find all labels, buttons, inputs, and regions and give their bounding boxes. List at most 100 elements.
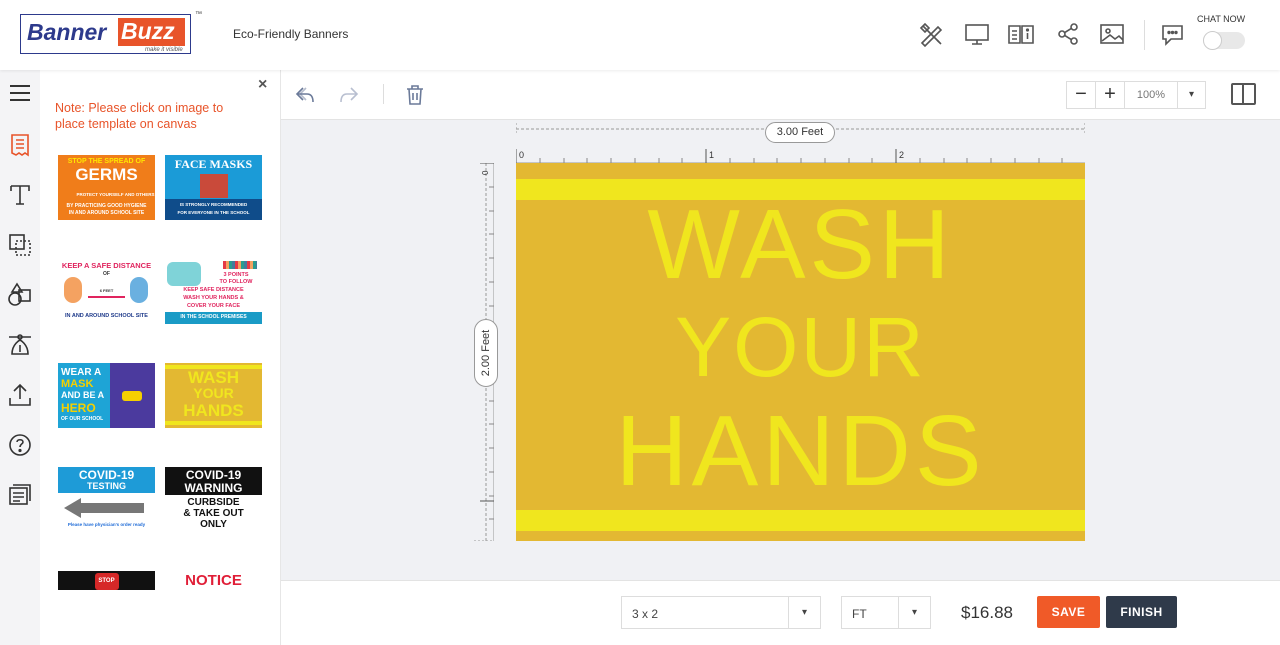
desktop-preview-icon[interactable] xyxy=(963,20,991,48)
editor-footer: 3 x 2 ▾ FT ▾ $16.88 SAVE FINISH xyxy=(281,580,1280,645)
chat-icon[interactable] xyxy=(1160,20,1188,48)
template-text: COVID-19 xyxy=(185,468,242,482)
template-text: WARNING xyxy=(184,481,243,495)
clipart-icon[interactable] xyxy=(7,332,33,358)
template-text: PROTECT YOURSELF AND OTHERS xyxy=(76,192,155,197)
share-icon[interactable] xyxy=(1054,20,1082,48)
logo-word-buzz: Buzz xyxy=(118,18,185,46)
upload-icon[interactable] xyxy=(7,382,33,408)
toolbar-divider xyxy=(383,84,384,104)
template-thumbnail[interactable]: KEEP A SAFE DISTANCE OF 6 FEET IN AND AR… xyxy=(58,259,155,324)
undo-icon[interactable] xyxy=(293,83,317,107)
delete-icon[interactable] xyxy=(403,83,427,107)
templates-icon[interactable] xyxy=(7,132,33,158)
height-dimension-label: 2.00 Feet xyxy=(474,319,498,387)
editor-toolbar: − + 100% ▾ xyxy=(281,70,1280,120)
logo-word-banner: Banner xyxy=(27,19,107,45)
close-panel-icon[interactable]: × xyxy=(258,76,267,94)
template-text: BY PRACTICING GOOD HYGIENE xyxy=(66,203,147,209)
template-text: ONLY xyxy=(200,519,227,530)
unit-select-value: FT xyxy=(852,607,867,621)
price-label: $16.88 xyxy=(961,603,1013,622)
ruler-tick-label: 1 xyxy=(709,150,714,160)
toggle-knob xyxy=(1203,31,1222,50)
template-text: WASH YOUR HANDS & xyxy=(183,295,244,301)
template-thumbnail[interactable]: COVID-19 WARNING CURBSIDE & TAKE OUT ONL… xyxy=(165,467,262,532)
chevron-down-icon: ▾ xyxy=(898,597,930,628)
chevron-down-icon: ▾ xyxy=(788,597,820,628)
image-preview-icon[interactable] xyxy=(1098,20,1126,48)
notes-icon[interactable] xyxy=(7,482,33,508)
virus-illustration xyxy=(167,262,201,286)
template-text: YOUR xyxy=(193,385,234,401)
template-text: COVID-19 xyxy=(78,468,135,482)
template-text: STOP THE SPREAD OF xyxy=(67,158,146,165)
template-text: IS STRONGLY RECOMMENDED xyxy=(179,202,248,207)
logo-tagline: make it visible xyxy=(145,47,183,53)
arrow-shaft xyxy=(80,503,144,513)
template-text: TO FOLLOW xyxy=(219,279,253,285)
template-text: FOR EVERYONE IN THE SCHOOL xyxy=(177,210,250,215)
redo-icon[interactable] xyxy=(337,83,361,107)
template-text: 6 FEET xyxy=(99,288,114,293)
unit-select[interactable]: FT ▾ xyxy=(841,596,931,629)
template-thumbnail[interactable]: FACE MASKS IS STRONGLY RECOMMENDED FOR E… xyxy=(165,155,262,220)
banner-canvas[interactable]: WASH YOUR HANDS xyxy=(516,163,1085,541)
pencils-illustration xyxy=(223,261,257,269)
zoom-level[interactable]: 100% xyxy=(1125,82,1178,108)
template-text: IN THE SCHOOL PREMISES xyxy=(180,314,247,320)
chat-toggle[interactable] xyxy=(1203,31,1245,50)
chat-now-label: CHAT NOW xyxy=(1197,14,1246,24)
help-icon[interactable] xyxy=(7,432,33,458)
logo-trademark: ™ xyxy=(195,11,202,18)
banner-text-wash[interactable]: WASH xyxy=(516,195,1085,293)
toggle-side-panel-icon[interactable] xyxy=(1231,83,1256,105)
template-text: WEAR A xyxy=(61,367,102,378)
school-building-image xyxy=(200,174,228,198)
text-tool-icon[interactable] xyxy=(7,182,33,208)
template-thumbnail[interactable]: STOP xyxy=(58,571,155,590)
left-tool-rail xyxy=(0,70,40,645)
template-text: IN AND AROUND SCHOOL SITE xyxy=(65,313,148,319)
bannerbuzz-logo[interactable]: Banner Buzz make it visible ™ xyxy=(20,11,202,54)
template-thumbnail[interactable]: WEAR A MASK AND BE A HERO OF OUR SCHOOL xyxy=(58,363,155,428)
product-title: Eco-Friendly Banners xyxy=(233,27,349,41)
template-text: & TAKE OUT xyxy=(183,508,244,519)
design-tools-icon[interactable] xyxy=(917,20,945,48)
template-text: WASH xyxy=(188,368,239,387)
template-text: KEEP SAFE DISTANCE xyxy=(183,287,244,293)
template-thumbnail[interactable]: NOTICE xyxy=(165,571,262,590)
finish-button[interactable]: FINISH xyxy=(1106,596,1177,628)
template-text: COVER YOUR FACE xyxy=(186,303,241,309)
size-select-value: 3 x 2 xyxy=(632,607,659,621)
zoom-out-button[interactable]: − xyxy=(1067,82,1096,108)
product-info-icon[interactable] xyxy=(1007,20,1035,48)
template-text: 3 POINTS xyxy=(223,272,249,278)
size-select[interactable]: 3 x 2 ▾ xyxy=(621,596,821,629)
height-dimension-text: 2.00 Feet xyxy=(480,329,492,377)
save-button[interactable]: SAVE xyxy=(1037,596,1100,628)
layers-icon[interactable] xyxy=(7,232,33,258)
zoom-control: − + 100% ▾ xyxy=(1066,81,1206,109)
template-text: IN AND AROUND SCHOOL SITE xyxy=(68,210,145,216)
banner-text-your[interactable]: YOUR xyxy=(516,305,1085,389)
template-thumbnail[interactable]: WASH YOUR HANDS xyxy=(165,363,262,428)
banner-text-hands[interactable]: HANDS xyxy=(516,401,1085,501)
zoom-in-button[interactable]: + xyxy=(1096,82,1125,108)
template-thumbnail[interactable]: COVID-19 TESTING Please have physician's… xyxy=(58,467,155,532)
top-header: Banner Buzz make it visible ™ Eco-Friend… xyxy=(0,0,1280,70)
template-thumbnail[interactable]: STOP THE SPREAD OF GERMS PROTECT YOURSEL… xyxy=(58,155,155,220)
zoom-dropdown-icon[interactable]: ▾ xyxy=(1178,82,1205,108)
template-text: AND BE A xyxy=(61,390,105,400)
template-thumbnail[interactable]: 3 POINTS TO FOLLOW KEEP SAFE DISTANCE WA… xyxy=(165,259,262,324)
template-text: NOTICE xyxy=(185,572,242,589)
menu-icon[interactable] xyxy=(7,80,33,106)
template-panel: × Note: Please click on image to place t… xyxy=(40,70,281,645)
template-text: STOP xyxy=(98,578,115,584)
width-dimension-label: 3.00 Feet xyxy=(765,122,835,143)
banner-bottom-stripe xyxy=(516,510,1085,531)
template-text: HANDS xyxy=(183,401,244,420)
header-divider xyxy=(1144,20,1145,50)
shapes-icon[interactable] xyxy=(7,282,33,308)
template-text: HERO xyxy=(61,401,96,415)
